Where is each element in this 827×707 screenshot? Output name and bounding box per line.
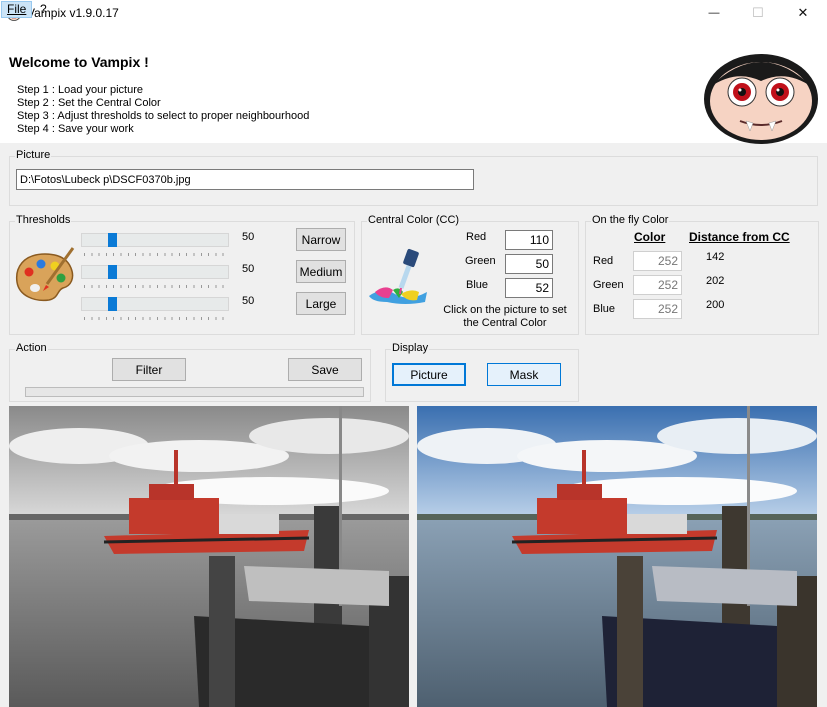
- picture-group-label: Picture: [15, 149, 52, 161]
- step-1: Step 1 : Load your picture: [17, 84, 143, 96]
- fly-green-value: [633, 275, 682, 295]
- display-group-label: Display: [391, 342, 430, 354]
- fly-red-value: [633, 251, 682, 271]
- fly-blue-label: Blue: [593, 303, 616, 315]
- step-3: Step 3 : Adjust thresholds to select to …: [17, 110, 310, 122]
- maximize-button[interactable]: ☐: [735, 0, 781, 26]
- fly-red-label: Red: [593, 255, 614, 267]
- close-button[interactable]: ✕: [780, 0, 826, 26]
- distance-column-header: Distance from CC: [689, 230, 790, 244]
- fly-blue-distance: 200: [706, 299, 725, 311]
- threshold-red-slider-thumb[interactable]: [108, 233, 117, 247]
- threshold-blue-slider-thumb[interactable]: [108, 297, 117, 311]
- fly-red-distance: 142: [706, 251, 725, 263]
- fly-green-distance: 202: [706, 275, 725, 287]
- maximize-icon: ☐: [752, 5, 764, 20]
- threshold-red-value: 50: [242, 231, 255, 243]
- vampire-mascot-icon: [704, 54, 818, 144]
- filtered-picture[interactable]: [9, 406, 409, 707]
- cc-green-label: Green: [465, 255, 496, 267]
- threshold-red-ticks: [84, 253, 228, 256]
- picture-path-input[interactable]: [16, 169, 474, 190]
- cc-blue-input[interactable]: [505, 278, 553, 298]
- fly-green-label: Green: [593, 279, 624, 291]
- step-4: Step 4 : Save your work: [17, 123, 134, 135]
- mask-display-button[interactable]: Mask: [487, 363, 561, 386]
- threshold-green-slider[interactable]: [81, 265, 229, 279]
- step-2: Step 2 : Set the Central Color: [17, 97, 161, 109]
- cc-blue-label: Blue: [466, 279, 489, 291]
- filter-button[interactable]: Filter: [112, 358, 186, 381]
- paint-palette-icon: [15, 247, 75, 302]
- on-the-fly-group-label: On the fly Color: [591, 214, 670, 226]
- central-color-group-label: Central Color (CC): [367, 214, 461, 226]
- original-picture[interactable]: [417, 406, 817, 707]
- save-button[interactable]: Save: [288, 358, 362, 381]
- minimize-icon: —: [708, 7, 720, 19]
- menu-file[interactable]: File: [1, 1, 33, 18]
- color-column-header: Color: [634, 230, 666, 244]
- close-icon: ✕: [797, 5, 809, 20]
- menu-help[interactable]: ?: [35, 1, 52, 18]
- threshold-red-slider[interactable]: [81, 233, 229, 247]
- progress-bar: [25, 387, 364, 397]
- threshold-green-slider-thumb[interactable]: [108, 265, 117, 279]
- minimize-button[interactable]: —: [691, 0, 737, 26]
- menu-bar: [0, 26, 827, 46]
- welcome-title: Welcome to Vampix !: [9, 54, 149, 70]
- threshold-blue-value: 50: [242, 295, 255, 307]
- action-group-label: Action: [15, 342, 48, 354]
- threshold-green-value: 50: [242, 263, 255, 275]
- thresholds-group-label: Thresholds: [15, 214, 72, 226]
- eyedropper-icon: [369, 248, 427, 304]
- cc-red-label: Red: [466, 231, 487, 243]
- threshold-blue-slider[interactable]: [81, 297, 229, 311]
- medium-button[interactable]: Medium: [296, 260, 346, 283]
- narrow-button[interactable]: Narrow: [296, 228, 346, 251]
- threshold-green-ticks: [84, 285, 228, 288]
- cc-hint: Click on the picture to set the Central …: [443, 304, 567, 329]
- large-button[interactable]: Large: [296, 292, 346, 315]
- cc-green-input[interactable]: [505, 254, 553, 274]
- fly-blue-value: [633, 299, 682, 319]
- picture-display-button[interactable]: Picture: [392, 363, 466, 386]
- threshold-blue-ticks: [84, 317, 228, 320]
- cc-red-input[interactable]: [505, 230, 553, 250]
